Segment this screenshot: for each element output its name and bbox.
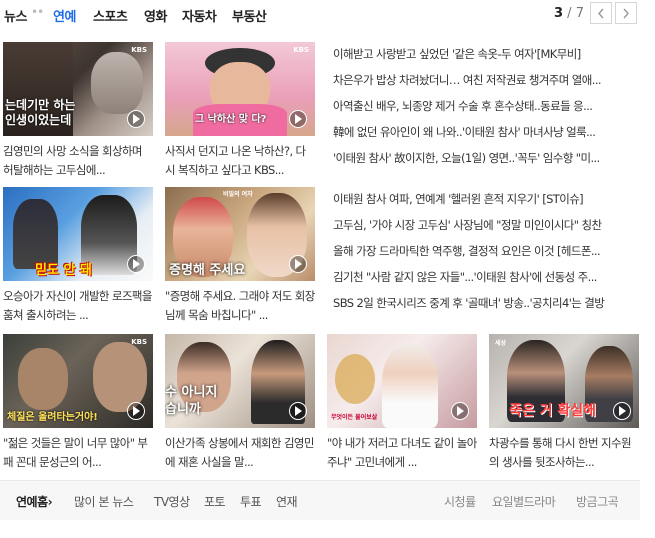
thumbnail-caption: 는데기만 하는 인생이었는데 (5, 98, 76, 127)
most-viewed-link[interactable]: 많이 본 뉴스 (74, 493, 134, 510)
play-icon (289, 402, 307, 420)
video-title[interactable]: 이산가족 상봉에서 재회한 김영민에 재혼 사실을 말... (165, 434, 315, 472)
video-title[interactable]: "증명해 주세요. 그래야 저도 회장님께 목숨 바칩니다" ... (165, 287, 315, 325)
headline-link[interactable]: '이태원 참사' 故이지한, 오늘(1일) 영면..'꼭두' 임수향 "미... (333, 150, 638, 166)
nav-car[interactable]: 자동차 (182, 6, 217, 25)
headline-link[interactable]: SBS 2일 한국시리즈 중계 후 '골때녀' 방송..'공치리4'는 결방 (333, 295, 638, 311)
nav-news[interactable]: 뉴스 (4, 6, 27, 25)
play-icon (289, 255, 307, 273)
thumbnail-caption: 수 아니지 습니까 (165, 385, 218, 417)
bottom-nav-bar: 연예홈› 많이 본 뉴스 TV영상 포토 투표 연재 시청률 요일별드라마 방금… (0, 480, 640, 520)
page-total: 7 (575, 6, 584, 21)
thumbnail-caption: 체질은 올려타는거야! (7, 412, 98, 423)
just-now-song-link[interactable]: 방금그곡 (576, 493, 619, 510)
nav-dots: •• (31, 5, 44, 19)
kbs-logo: KBS (131, 46, 147, 54)
thumbnail-caption: 그 낙하산 맞 다? (195, 114, 267, 125)
video-thumbnail[interactable]: 수 아니지 습니까 (165, 334, 315, 428)
kbs-logo: KBS (293, 46, 309, 54)
headline-link[interactable]: 이해받고 사랑받고 싶었던 '같은 속옷-두 여자'[MK무비] (333, 46, 638, 62)
play-icon (289, 110, 307, 128)
thumbnail-caption: 믿도 안 돼 (35, 263, 92, 278)
page-current: 3 (554, 6, 564, 21)
headline-link[interactable]: 차은우가 밥상 차려놨더니… 여친 저작권료 챙겨주며 열애... (333, 72, 638, 88)
photo-link[interactable]: 포토 (204, 493, 226, 510)
tv-video-link[interactable]: TV영상 (154, 493, 190, 510)
video-thumbnail[interactable]: KBS 는데기만 하는 인생이었는데 (3, 42, 153, 136)
nav-sports[interactable]: 스포츠 (93, 6, 128, 25)
entertainment-home-link[interactable]: 연예홈› (16, 493, 53, 510)
video-title[interactable]: 사직서 던지고 나온 낙하산?, 다시 복직하고 싶다고 KBS... (165, 142, 315, 180)
video-title[interactable]: 김영민의 사망 소식을 회상하며 허탈해하는 고두심에... (3, 142, 153, 180)
chevron-right-icon (623, 8, 629, 19)
headline-link[interactable]: 韓에 없던 유아인이 왜 나와..'이태원 참사' 마녀사냥 얼룩... (333, 124, 638, 140)
headline-link[interactable]: 고두심, '가야 시장 고두심' 사장님에 "정말 미인이시다" 칭찬 (333, 217, 638, 233)
next-page-button[interactable] (615, 2, 637, 24)
video-thumbnail[interactable]: 무엇이든 물어보살 (327, 334, 477, 428)
play-icon (613, 402, 631, 420)
video-title[interactable]: 오승아가 자신이 개발한 로즈팩을 훔쳐 출시하려는 ... (3, 287, 153, 325)
page-separator: / (563, 6, 576, 21)
top-nav: 뉴스 •• 연예 스포츠 영화 자동차 부동산 3 / 7 (0, 0, 655, 30)
headline-link[interactable]: 올해 가장 드라마틱한 역주행, 결정적 요인은 이것 [헤드폰... (333, 243, 638, 259)
headline-link[interactable]: 아역출신 배우, 뇌종양 제거 수술 후 혼수상태..동료들 응... (333, 98, 638, 114)
video-thumbnail[interactable]: 믿도 안 돼 (3, 187, 153, 281)
chevron-left-icon (598, 8, 604, 19)
video-thumbnail[interactable]: KBS 체질은 올려타는거야! (3, 334, 153, 428)
headline-link[interactable]: 김기천 "사람 같지 않은 자들"...'이태원 참사'에 선동성 주... (333, 269, 638, 285)
video-title[interactable]: "야 내가 저러고 다녀도 같이 놀아주냐" 고민녀에게 ... (327, 434, 477, 472)
nav-realestate[interactable]: 부동산 (232, 6, 267, 25)
thumbnail-caption: 죽은 거 확실해 (509, 403, 597, 419)
video-thumbnail[interactable]: 세상 죽은 거 확실해 (489, 334, 639, 428)
show-logo: 비밀의 여자 (223, 191, 253, 198)
play-icon (127, 255, 145, 273)
video-title[interactable]: 차광수를 통해 다시 한번 지수원의 생사를 뒷조사하는... (489, 434, 639, 472)
thumbnail-caption: 무엇이든 물어보살 (331, 414, 378, 421)
headline-link[interactable]: 이태원 참사 여파, 연예계 '헬러윈 흔적 지우기' [ST이슈] (333, 191, 638, 207)
home-label: 연예홈 (16, 495, 48, 509)
page-indicator: 3 / 7 (554, 6, 584, 21)
ratings-link[interactable]: 시청률 (444, 493, 476, 510)
series-link[interactable]: 연재 (276, 493, 298, 510)
daily-drama-link[interactable]: 요일별드라마 (492, 493, 556, 510)
video-thumbnail[interactable]: KBS 그 낙하산 맞 다? (165, 42, 315, 136)
nav-entertainment[interactable]: 연예 (53, 6, 76, 25)
vote-link[interactable]: 투표 (240, 493, 262, 510)
show-logo: 세상 (495, 340, 507, 347)
prev-page-button[interactable] (590, 2, 612, 24)
video-title[interactable]: "젊은 것들은 말이 너무 많아" 부패 꼰대 문성근의 어... (3, 434, 153, 472)
play-icon (127, 110, 145, 128)
video-thumbnail[interactable]: 비밀의 여자 증명해 주세요 (165, 187, 315, 281)
play-icon (127, 402, 145, 420)
nav-movie[interactable]: 영화 (144, 6, 167, 25)
kbs-logo: KBS (131, 338, 147, 346)
chevron-right-icon: › (47, 495, 53, 509)
thumbnail-caption: 증명해 주세요 (169, 263, 246, 278)
play-icon (451, 402, 469, 420)
